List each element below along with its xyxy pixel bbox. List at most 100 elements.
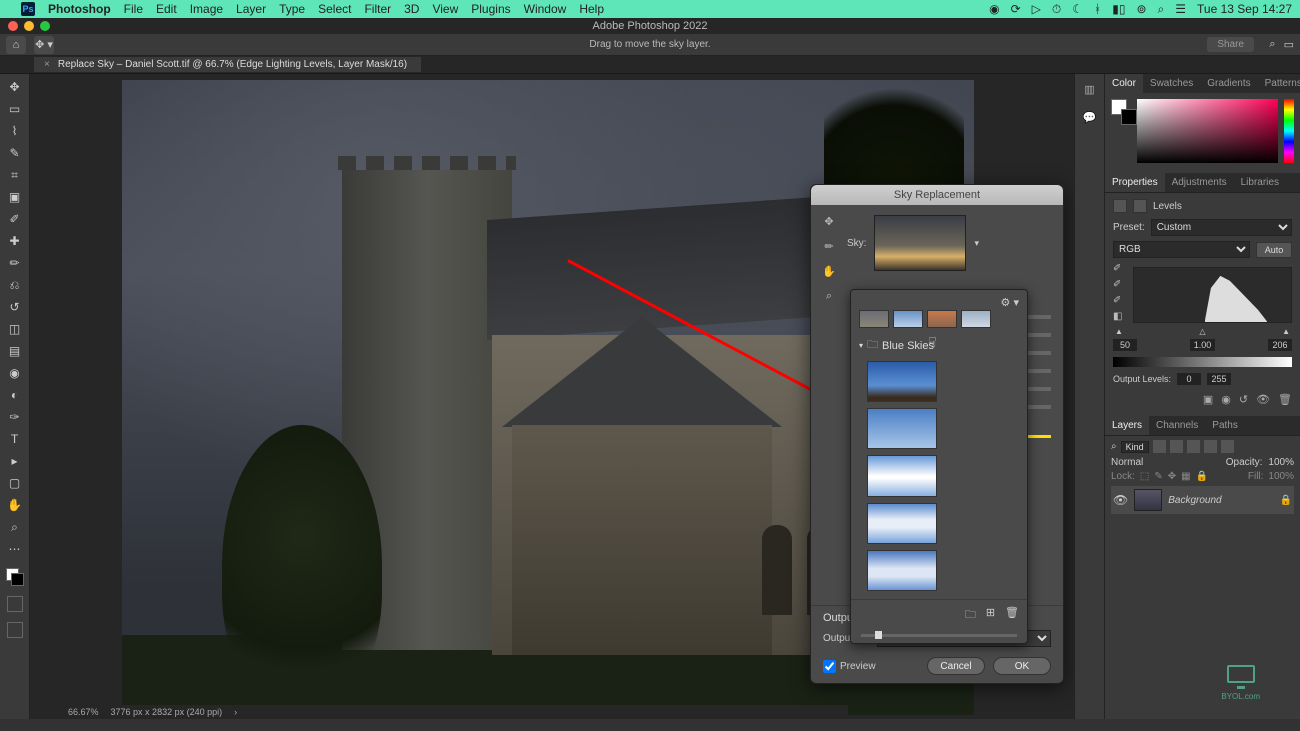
thumb-size-slider[interactable] — [851, 631, 1027, 643]
black-eyedropper-icon[interactable]: ✐ — [1113, 263, 1125, 275]
close-window-button[interactable] — [8, 21, 18, 31]
folder-blue-skies[interactable]: ▾ 🗀 Blue Skies — [859, 336, 1019, 355]
preview-checkbox-input[interactable] — [823, 660, 836, 673]
frame-tool[interactable]: ▣ — [4, 188, 26, 206]
share-button[interactable]: Share — [1207, 37, 1254, 52]
heal-tool[interactable]: ✚ — [4, 232, 26, 250]
dlg-hand-tool-icon[interactable]: ✋ — [822, 265, 836, 278]
preview-checkbox[interactable]: Preview — [823, 660, 876, 673]
blend-mode-select[interactable]: Normal — [1111, 457, 1220, 468]
record-icon[interactable]: ◉ — [989, 2, 999, 16]
dnd-icon[interactable]: ☾ — [1072, 2, 1083, 16]
wb-icon[interactable]: ◧ — [1113, 311, 1125, 323]
sky-thumb[interactable] — [867, 503, 937, 544]
gradient-tool[interactable]: ▤ — [4, 342, 26, 360]
layer-background[interactable]: 👁 Background 🔒 — [1111, 486, 1294, 514]
filter-kind-select[interactable]: Kind — [1121, 441, 1149, 453]
tab-paths[interactable]: Paths — [1205, 416, 1245, 435]
levels-icon[interactable] — [1113, 199, 1127, 213]
sky-thumb[interactable] — [867, 361, 937, 402]
tab-layers[interactable]: Layers — [1105, 416, 1149, 435]
dlg-brush-tool-icon[interactable]: ✏ — [824, 240, 833, 253]
tab-libraries[interactable]: Libraries — [1234, 173, 1286, 192]
mac-menu-bar[interactable]: Ps Photoshop File Edit Image Layer Type … — [0, 0, 1300, 18]
document-tab[interactable]: × Replace Sky – Daniel Scott.tif @ 66.7%… — [34, 57, 421, 72]
filter-adjust-icon[interactable] — [1170, 440, 1183, 453]
app-icon[interactable]: Ps — [21, 2, 35, 16]
pen-tool[interactable]: ✑ — [4, 408, 26, 426]
brush-tool[interactable]: ✏ — [4, 254, 26, 272]
play-icon[interactable]: ▷ — [1032, 2, 1041, 16]
menu-file[interactable]: File — [124, 2, 143, 16]
comments-icon[interactable]: 💬 — [1081, 108, 1099, 126]
color-picker[interactable] — [1137, 99, 1278, 163]
sky-thumb[interactable] — [961, 310, 991, 328]
sync-icon[interactable]: ⟳ — [1011, 2, 1021, 16]
layer-thumbnail[interactable] — [1134, 489, 1162, 511]
status-dims[interactable]: 3776 px x 2832 px (240 ppi) — [111, 707, 223, 717]
clip-icon[interactable]: ▣ — [1203, 393, 1213, 406]
tab-adjustments[interactable]: Adjustments — [1165, 173, 1234, 192]
screen-mode-button[interactable] — [7, 622, 23, 638]
sky-thumb[interactable] — [867, 408, 937, 449]
path-select-tool[interactable]: ▸ — [4, 452, 26, 470]
gear-icon[interactable]: ⚙ ▾ — [1001, 296, 1019, 309]
marquee-tool[interactable]: ▭ — [4, 100, 26, 118]
menu-3d[interactable]: 3D — [404, 2, 419, 16]
fill-value[interactable]: 100% — [1268, 471, 1294, 482]
quick-select-tool[interactable]: ✎ — [4, 144, 26, 162]
reset-icon[interactable]: ↺ — [1239, 393, 1248, 406]
sky-thumb[interactable] — [893, 310, 923, 328]
move-tool-icon[interactable]: ✥ ▾ — [34, 36, 54, 54]
lock-artboard-icon[interactable]: ▦ — [1181, 471, 1190, 482]
delete-sky-icon[interactable]: 🗑 — [1005, 606, 1019, 625]
cancel-button[interactable]: Cancel — [927, 657, 985, 675]
input-black[interactable]: 50 — [1113, 339, 1137, 351]
view-prev-icon[interactable]: ◉ — [1221, 393, 1231, 406]
menu-edit[interactable]: Edit — [156, 2, 177, 16]
filter-kind-icon[interactable]: ⌕ — [1111, 441, 1117, 452]
move-tool[interactable]: ✥ — [4, 78, 26, 96]
dlg-move-tool-icon[interactable]: ✥ — [824, 215, 833, 228]
status-zoom[interactable]: 66.67% — [68, 707, 99, 717]
tab-patterns[interactable]: Patterns — [1258, 74, 1300, 93]
panel-color-swatch[interactable] — [1111, 99, 1131, 119]
spotlight-icon[interactable]: ⌕ — [1158, 2, 1165, 17]
quick-mask-button[interactable] — [7, 596, 23, 612]
lock-pixel-icon[interactable]: ✎ — [1154, 471, 1162, 482]
zoom-window-button[interactable] — [40, 21, 50, 31]
white-eyedropper-icon[interactable]: ✐ — [1113, 295, 1125, 307]
output-white[interactable]: 255 — [1207, 373, 1231, 385]
menu-view[interactable]: View — [432, 2, 458, 16]
hand-tool[interactable]: ✋ — [4, 496, 26, 514]
bluetooth-icon[interactable]: ᚼ — [1094, 2, 1101, 16]
menu-image[interactable]: Image — [190, 2, 223, 16]
preset-select[interactable]: Custom — [1151, 219, 1292, 236]
filter-pixel-icon[interactable] — [1153, 440, 1166, 453]
new-sky-icon[interactable]: ⊞ — [986, 606, 995, 625]
channel-select[interactable]: RGB — [1113, 241, 1250, 258]
input-sliders[interactable]: ▲△▲ — [1113, 327, 1292, 336]
type-tool[interactable]: T — [4, 430, 26, 448]
filter-smart-icon[interactable] — [1221, 440, 1234, 453]
sky-preview-thumbnail[interactable] — [874, 215, 966, 271]
hue-slider[interactable] — [1284, 99, 1294, 163]
sky-thumb[interactable] — [859, 310, 889, 328]
status-chevron-icon[interactable]: › — [234, 707, 237, 717]
battery-icon[interactable]: ▮▯ — [1112, 2, 1125, 16]
filter-shape-icon[interactable] — [1204, 440, 1217, 453]
lasso-tool[interactable]: ⌇ — [4, 122, 26, 140]
zoom-tool[interactable]: ⌕ — [4, 518, 26, 536]
menu-help[interactable]: Help — [579, 2, 604, 16]
shape-tool[interactable]: ▢ — [4, 474, 26, 492]
tab-channels[interactable]: Channels — [1149, 416, 1205, 435]
tab-gradients[interactable]: Gradients — [1200, 74, 1257, 93]
app-name[interactable]: Photoshop — [48, 2, 111, 16]
stamp-tool[interactable]: ⎌ — [4, 276, 26, 294]
eyedropper-tool[interactable]: ✐ — [4, 210, 26, 228]
tab-properties[interactable]: Properties — [1105, 173, 1165, 192]
sky-dropdown-icon[interactable]: ▾ — [974, 238, 979, 249]
disclosure-triangle-icon[interactable]: ▾ — [859, 341, 863, 350]
layer-visibility-icon[interactable]: 👁 — [1113, 493, 1128, 507]
visibility-icon[interactable]: 👁 — [1256, 393, 1270, 406]
